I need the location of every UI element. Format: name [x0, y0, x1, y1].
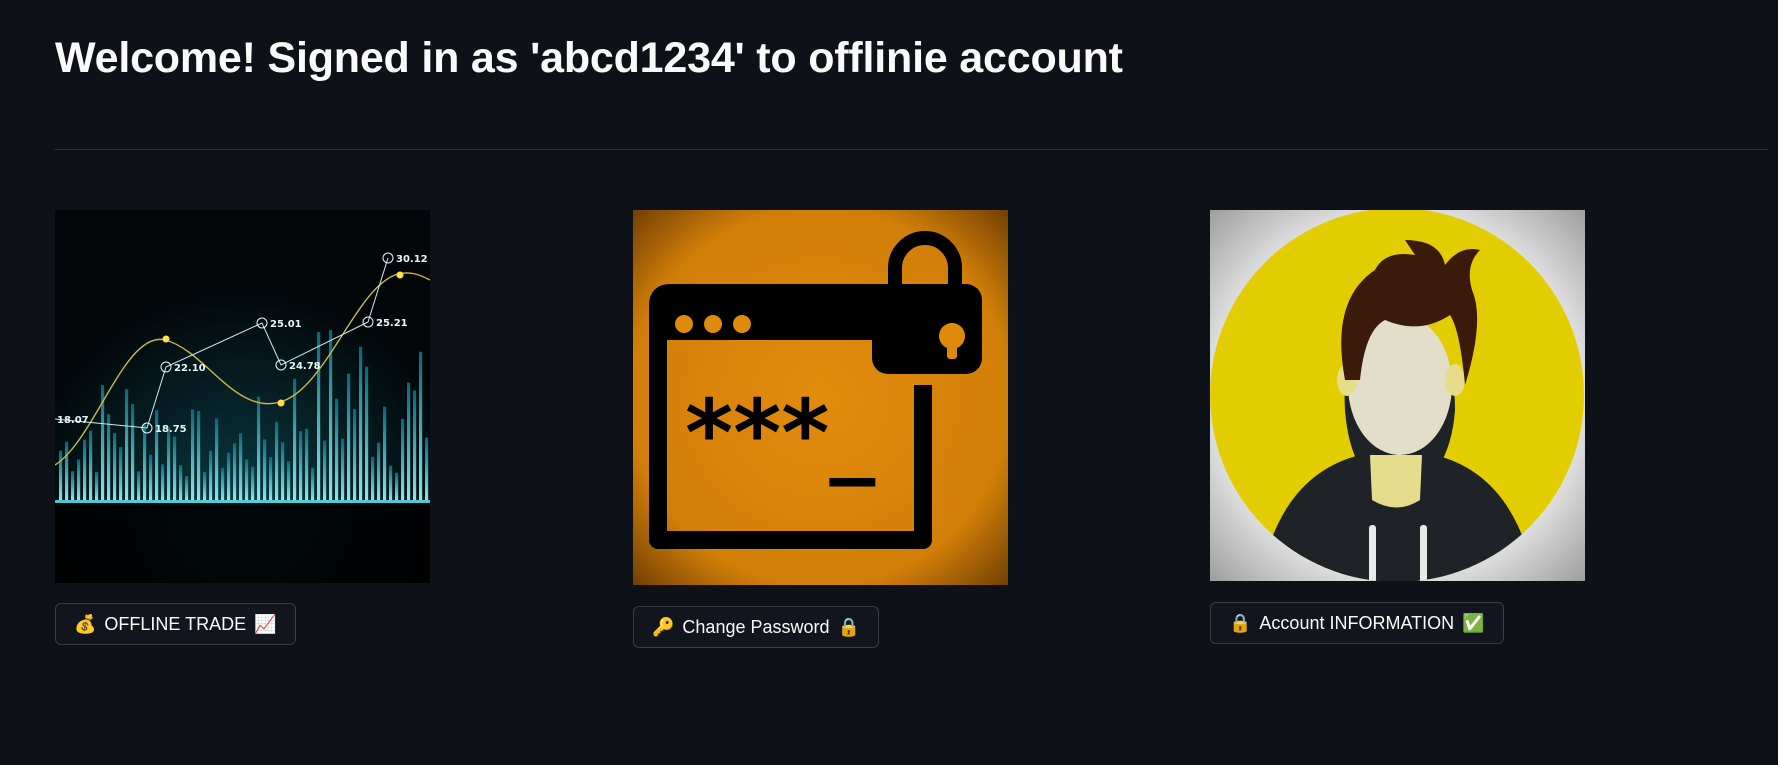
change-password-label: Change Password — [682, 616, 830, 637]
chart-bar — [341, 438, 345, 500]
chart-bar — [215, 418, 219, 500]
chart-bar — [383, 406, 387, 500]
card-offline-trade: 18.07 18.75 22.10 25.01 24.78 25.21 30.1… — [55, 210, 535, 645]
stock-chart-image: 18.07 18.75 22.10 25.01 24.78 25.21 30.1… — [55, 210, 430, 583]
chart-bar — [293, 378, 297, 500]
chart-bar — [425, 437, 429, 500]
chart-bar — [323, 440, 327, 500]
chart-bar — [287, 461, 291, 500]
chart-bar — [59, 450, 63, 500]
chart-label: 30.12 — [396, 254, 428, 265]
chart-bar — [179, 465, 183, 500]
chart-bar — [263, 439, 267, 500]
chart-bar — [317, 332, 321, 500]
key-icon: 🔑 — [652, 617, 675, 637]
chart-bar — [275, 421, 279, 500]
chart-bar — [209, 450, 213, 500]
chart-bar — [311, 467, 315, 500]
money-bag-icon: 💰 — [74, 614, 97, 634]
account-information-label: Account INFORMATION — [1259, 612, 1455, 633]
chart-bar — [131, 404, 135, 500]
chart-bar — [371, 456, 375, 500]
chart-label: 25.21 — [376, 318, 408, 329]
chart-bar — [191, 409, 195, 500]
chart-bar — [257, 396, 261, 500]
chart-bar — [377, 442, 381, 500]
chart-bar — [89, 430, 93, 500]
chart-bar — [401, 418, 405, 500]
chart-bar — [149, 454, 153, 500]
user-avatar-image — [1210, 210, 1585, 581]
chart-bar — [251, 466, 255, 500]
chart-label: 25.01 — [270, 319, 302, 330]
chart-bar — [305, 428, 309, 500]
chart-increasing-icon: 📈 — [254, 614, 277, 634]
chart-label: 18.07 — [57, 415, 89, 426]
page-title: Welcome! Signed in as 'abcd1234' to offl… — [55, 34, 1123, 82]
chart-bar — [221, 467, 225, 500]
offline-trade-label: OFFLINE TRADE — [104, 613, 247, 634]
offline-trade-button[interactable]: 💰 OFFLINE TRADE 📈 — [55, 603, 296, 645]
chart-bar — [269, 457, 273, 500]
card-change-password: ***_ 🔑 Change Password 🔒 — [633, 210, 1113, 648]
chart-bar — [203, 471, 207, 500]
chart-bar — [107, 414, 111, 500]
masked-password-text: ***_ — [685, 380, 875, 487]
page: Welcome! Signed in as 'abcd1234' to offl… — [0, 0, 1778, 765]
chart-bar — [353, 409, 357, 500]
chart-bar — [233, 443, 237, 500]
chart-bar — [299, 431, 303, 500]
chart-bar — [365, 366, 369, 500]
check-mark-icon: ✅ — [1462, 613, 1485, 633]
chart-bar — [137, 471, 141, 500]
chart-bar — [197, 410, 201, 500]
chart-bar — [119, 447, 123, 500]
chart-bar — [65, 441, 69, 500]
chart-bar — [161, 464, 165, 500]
chart-bar — [413, 390, 417, 500]
chart-bar — [185, 476, 189, 500]
chart-bar — [173, 436, 177, 500]
change-password-button[interactable]: 🔑 Change Password 🔒 — [633, 606, 879, 648]
chart-bar — [359, 346, 363, 500]
card-account-information: 🔒 Account INFORMATION ✅ — [1210, 210, 1690, 644]
chart-bar — [71, 471, 75, 500]
chart-bar — [125, 389, 129, 500]
password-lock-image: ***_ — [633, 210, 1008, 585]
chart-bar — [395, 472, 399, 500]
chart-label: 22.10 — [174, 363, 206, 374]
lock-icon: 🔒 — [1229, 613, 1252, 633]
divider — [55, 149, 1768, 150]
chart-bar — [143, 424, 147, 500]
chart-bar — [113, 433, 117, 500]
chart-bar — [407, 382, 411, 500]
chart-bar — [389, 465, 393, 500]
chart-bar — [227, 452, 231, 500]
lock-icon: 🔒 — [837, 617, 860, 637]
chart-bar — [83, 439, 87, 500]
chart-label: 24.78 — [289, 361, 321, 372]
chart-bar — [239, 433, 243, 500]
chart-bar — [95, 471, 99, 500]
chart-bar — [167, 427, 171, 500]
chart-bar — [419, 351, 423, 500]
chart-bar — [347, 373, 351, 500]
chart-label: 18.75 — [155, 424, 187, 435]
account-information-button[interactable]: 🔒 Account INFORMATION ✅ — [1210, 602, 1504, 644]
chart-bar — [335, 398, 339, 500]
chart-bar — [281, 442, 285, 500]
chart-bar — [245, 459, 249, 500]
chart-bar — [77, 459, 81, 500]
